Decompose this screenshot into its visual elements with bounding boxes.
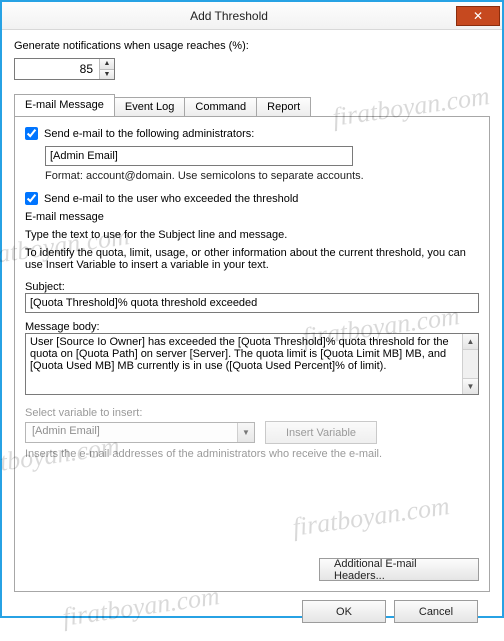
additional-headers-button[interactable]: Additional E-mail Headers...	[319, 558, 479, 581]
titlebar: Add Threshold ✕	[2, 2, 502, 30]
tab-body-email: Send e-mail to the following administrat…	[14, 116, 490, 592]
ok-button[interactable]: OK	[302, 600, 386, 623]
tab-command[interactable]: Command	[184, 97, 257, 117]
email-section-label: E-mail message	[25, 211, 479, 223]
spin-down-icon[interactable]: ▼	[100, 70, 114, 80]
spin-up-icon[interactable]: ▲	[100, 59, 114, 70]
admin-email-input[interactable]	[45, 146, 353, 166]
subject-label: Subject:	[25, 281, 479, 293]
body-box: ▲ ▼	[25, 333, 479, 395]
insert-variable-button[interactable]: Insert Variable	[265, 421, 377, 444]
close-button[interactable]: ✕	[456, 6, 500, 26]
cancel-button[interactable]: Cancel	[394, 600, 478, 623]
send-user-checkbox[interactable]	[25, 192, 38, 205]
tab-report[interactable]: Report	[256, 97, 311, 117]
tab-email[interactable]: E-mail Message	[14, 94, 115, 116]
send-admin-checkbox[interactable]	[25, 127, 38, 140]
tabstrip: E-mail Message Event Log Command Report	[14, 94, 490, 116]
identify-hint: To identify the quota, limit, usage, or …	[25, 247, 479, 271]
scroll-track[interactable]	[463, 350, 478, 378]
tab-eventlog[interactable]: Event Log	[114, 97, 186, 117]
window-title: Add Threshold	[2, 9, 456, 23]
format-hint: Format: account@domain. Use semicolons t…	[45, 170, 479, 182]
usage-spinbox[interactable]: ▲ ▼	[14, 58, 115, 80]
body-scrollbar[interactable]: ▲ ▼	[462, 334, 478, 394]
scroll-down-icon[interactable]: ▼	[463, 378, 478, 394]
chevron-down-icon[interactable]: ▼	[237, 423, 254, 442]
scroll-up-icon[interactable]: ▲	[463, 334, 478, 350]
select-var-label: Select variable to insert:	[25, 407, 479, 419]
type-text-hint: Type the text to use for the Subject lin…	[25, 229, 479, 241]
close-icon: ✕	[473, 10, 483, 22]
body-textarea[interactable]	[26, 334, 462, 394]
send-user-label: Send e-mail to the user who exceeded the…	[44, 193, 298, 205]
variable-combo[interactable]: [Admin Email] ▼	[25, 422, 255, 443]
usage-label: Generate notifications when usage reache…	[14, 40, 490, 52]
body-label: Message body:	[25, 321, 479, 333]
variable-footnote: Inserts the e-mail addresses of the admi…	[25, 448, 479, 460]
subject-input[interactable]	[25, 293, 479, 313]
usage-input[interactable]	[15, 59, 99, 79]
variable-selected: [Admin Email]	[26, 423, 237, 442]
send-admin-label: Send e-mail to the following administrat…	[44, 128, 254, 140]
